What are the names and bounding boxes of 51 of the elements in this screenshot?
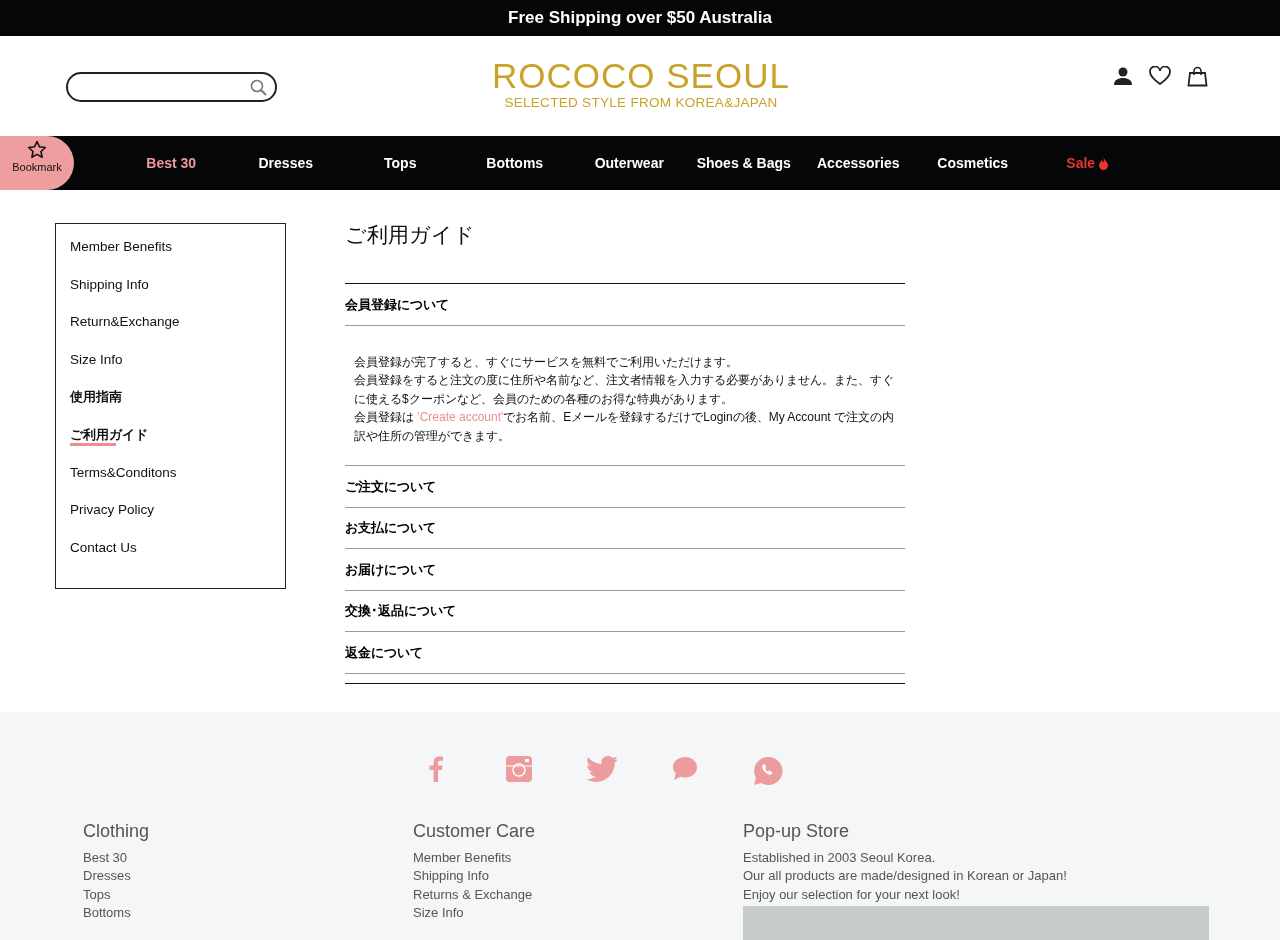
footer-text: Enjoy our selection for your next look! [743,885,961,904]
accordion-header[interactable]: 会員登録について [345,284,905,325]
nav-link[interactable]: Best 30 [114,152,229,174]
nav-link[interactable]: Sale [1030,152,1145,174]
sidebar-link[interactable]: Shipping Info [70,269,285,308]
accordion-header[interactable]: 返金について [345,632,905,673]
sidebar-link[interactable]: Size Info [70,344,285,383]
bookmark-button[interactable]: Bookmark [0,136,74,190]
footer-link[interactable]: Returns & Exchange [413,885,743,904]
nav-link[interactable]: Accessories [801,152,916,174]
logo-tagline: SELECTED STYLE FROM KOREA&JAPAN [503,94,779,112]
footer-link[interactable]: Member Benefits [413,849,743,868]
nav-link[interactable]: Outerwear [572,152,687,174]
flame-icon [1099,156,1109,170]
nav-link[interactable]: Cosmetics [915,152,1030,174]
footer-heading: Customer Care [413,820,537,843]
body-text: 会員登録が完了すると、すぐにサービスを無料でご利用いただけます。 会員登録をすると注文の度に住所や名前など、注文者情報を入力する必要がありません。また、すぐに使える$クーポンなど、会員のための各種のお得な特典があります。 会員登録は 'Create account'でお名前、Eメールを登録するだけでLoginの後、My Account で注文の内訳や住所の管理ができます。 [345,324,905,466]
footer-link[interactable]: Tops [83,885,413,904]
accordion-header[interactable]: お支払について [345,507,905,549]
footer-link[interactable]: Bottoms [83,903,413,923]
accordion-header[interactable]: ご注文について [345,466,905,507]
nav-link[interactable]: Bottoms [457,152,572,174]
sidebar-link[interactable]: ご利用ガイド [70,419,285,458]
accordion-header[interactable]: 交換･返品について [345,590,905,632]
sidebar-link[interactable]: Privacy Policy [70,495,285,533]
shopping-bag-icon[interactable] [1187,66,1208,87]
star-icon [27,140,47,159]
nav-link[interactable]: Shoes & Bags [686,152,801,174]
user-icon[interactable] [1113,66,1133,86]
announcement-text: Free Shipping over $50 Australia [508,7,772,30]
search-icon[interactable] [250,79,267,96]
footer-heading: Clothing [83,820,151,843]
footer-link[interactable]: Shipping Info [413,867,743,886]
nav-link[interactable]: Tops [343,152,458,174]
heart-icon[interactable] [1149,66,1171,86]
footer-link[interactable]: Size Info [413,903,743,923]
footer-link[interactable]: Dresses [83,867,413,886]
footer-link[interactable]: Best 30 [83,849,413,868]
sidebar-link[interactable]: Return&Exchange [70,307,285,345]
sidebar-link[interactable]: Member Benefits [70,232,285,270]
sidebar-link[interactable]: 使用指南 [70,382,285,420]
page-title: ご利用ガイド [345,222,476,248]
nav-link[interactable]: Dresses [228,152,343,174]
sidebar-link[interactable]: Contact Us [70,532,285,571]
footer-text: Our all products are made/designed in Korean or Japan! [743,867,1068,886]
footer-text: Established in 2003 Seoul Korea. [743,849,937,868]
active-underline [70,442,116,446]
footer-heading: Pop-up Store [743,820,851,843]
accordion-header[interactable]: お届けについて [345,549,905,590]
sidebar-link[interactable]: Terms&Conditons [70,457,285,496]
search-field[interactable] [66,72,277,102]
